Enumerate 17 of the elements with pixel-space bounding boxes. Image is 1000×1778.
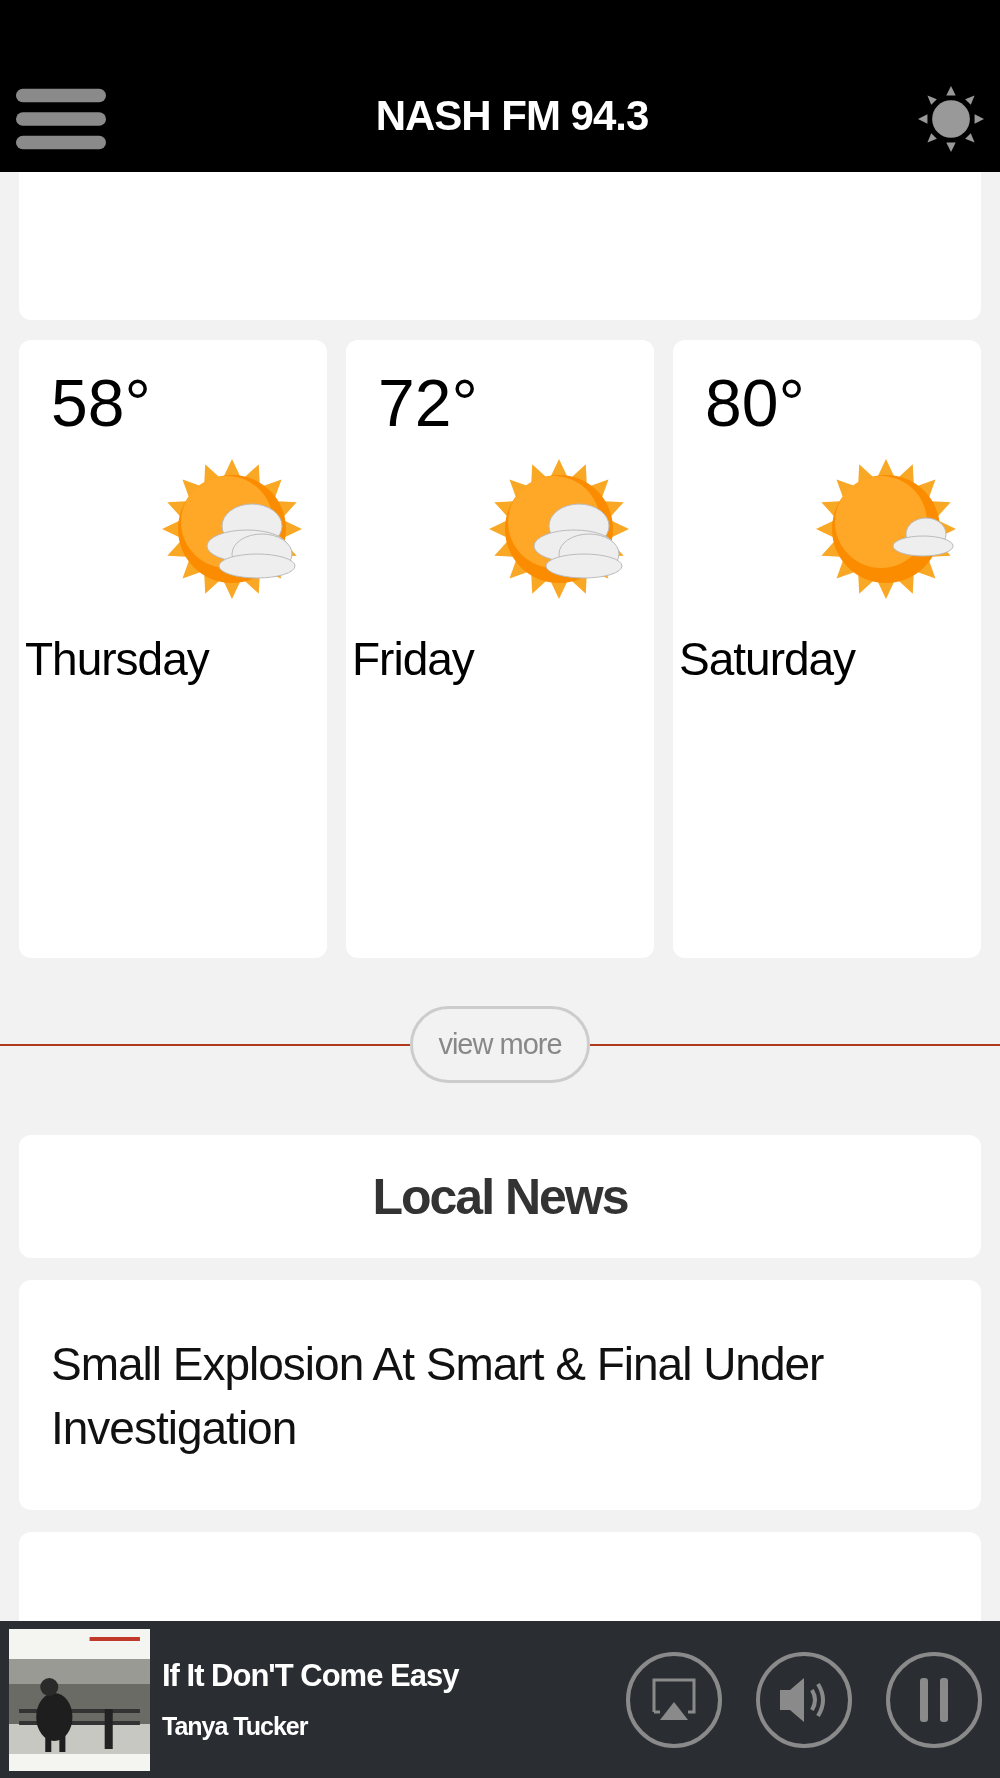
- news-card[interactable]: Small Explosion At Smart & Final Under Investigation: [19, 1280, 981, 1510]
- volume-icon[interactable]: [754, 1649, 854, 1750]
- pause-icon[interactable]: [884, 1649, 984, 1750]
- news-headline: Small Explosion At Smart & Final Under Investigation: [51, 1338, 824, 1454]
- airplay-icon[interactable]: [624, 1649, 724, 1750]
- sun-icon[interactable]: [918, 86, 984, 152]
- day-name: Friday: [352, 632, 474, 686]
- artist-name: Tanya Tucker: [162, 1712, 309, 1741]
- temperature: 80°: [705, 370, 805, 436]
- menu-icon[interactable]: [16, 88, 106, 150]
- temperature: 58°: [51, 370, 151, 436]
- station-title: NASH FM 94.3: [375, 92, 649, 140]
- day-name: Saturday: [679, 632, 856, 686]
- section-title: Local News: [372, 1167, 628, 1226]
- day-name: Thursday: [25, 632, 209, 686]
- track-title: If It Don'T Come Easy: [162, 1658, 460, 1694]
- temperature: 72°: [378, 370, 478, 436]
